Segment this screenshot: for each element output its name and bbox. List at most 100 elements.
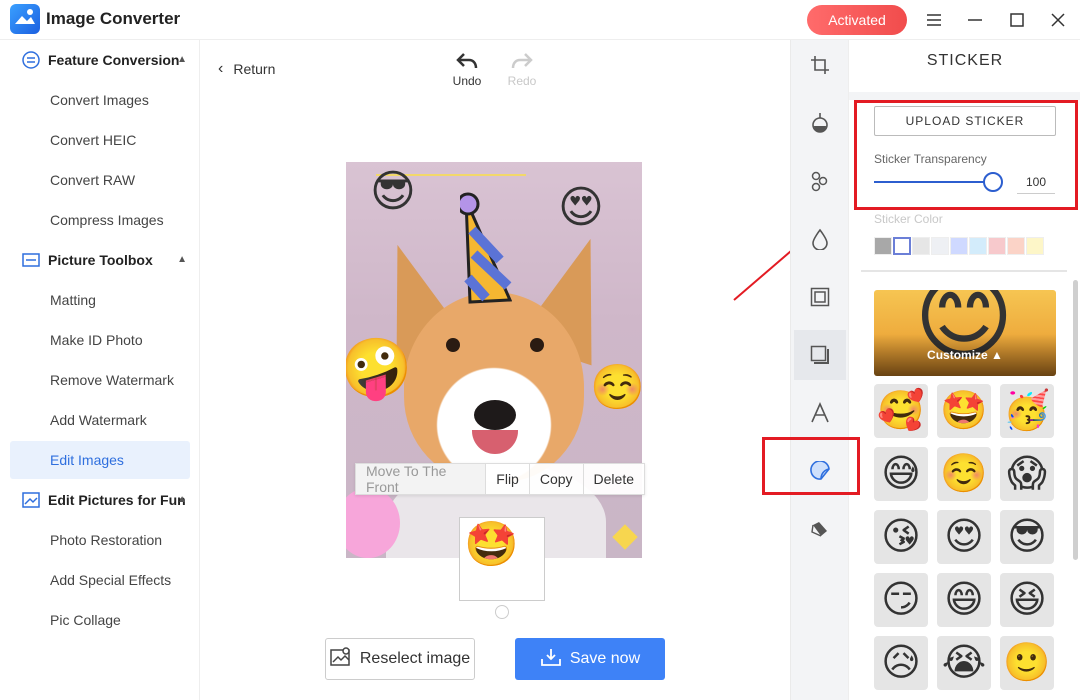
zany-face-sticker[interactable]: 🤪 (346, 340, 412, 398)
sticker-item[interactable]: 🥳 (1000, 384, 1054, 438)
sticker-item[interactable]: 😎 (1000, 510, 1054, 564)
color-swatch[interactable] (931, 237, 949, 255)
customize-label[interactable]: Customize ▲ (874, 348, 1056, 362)
undo-button[interactable]: Undo (447, 52, 487, 88)
sticker-color-label: Sticker Color (874, 212, 943, 226)
chevron-left-icon: ‹ (218, 60, 224, 77)
sidebar-item-remove-watermark[interactable]: Remove Watermark (10, 361, 190, 399)
image-icon (330, 646, 352, 672)
smiling-face-sticker[interactable]: ☺️ (590, 366, 642, 410)
sticker-tool-highlight-box (762, 437, 860, 495)
sidebar-item-photo-restoration[interactable]: Photo Restoration (10, 521, 190, 559)
chevron-up-icon: ▲ (177, 254, 187, 265)
delete-button[interactable]: Delete (584, 464, 644, 494)
sticker-item[interactable]: 😆 (1000, 573, 1054, 627)
section-label: Edit Pictures for Fun (48, 492, 186, 508)
section-picture-toolbox[interactable]: Picture Toolbox ▲ (22, 240, 197, 280)
sticker-item[interactable]: 😄 (937, 573, 991, 627)
color-swatch[interactable] (950, 237, 968, 255)
redo-button[interactable]: Redo (502, 52, 542, 88)
sticker-item[interactable]: 😅 (874, 447, 928, 501)
copy-button[interactable]: Copy (530, 464, 584, 494)
sticker-item[interactable]: 😘 (874, 510, 928, 564)
color-swatch[interactable] (874, 237, 892, 255)
feature-conversion-icon (22, 51, 40, 69)
sidebar-item-pic-collage[interactable]: Pic Collage (10, 601, 190, 639)
selected-sticker-box[interactable]: 🤩 (460, 518, 544, 600)
star-sticker[interactable] (612, 524, 638, 550)
color-swatch[interactable] (912, 237, 930, 255)
section-label: Picture Toolbox (48, 252, 153, 268)
undo-label: Undo (452, 74, 482, 88)
reselect-image-button[interactable]: Reselect image (325, 638, 475, 680)
image-canvas[interactable]: 😎 😍 🤪 ☺️ (346, 162, 642, 558)
sticker-item[interactable]: ☺️ (937, 447, 991, 501)
sidebar-item-edit-images[interactable]: Edit Images (10, 441, 190, 479)
customize-banner[interactable]: 😊 Customize ▲ (874, 290, 1056, 376)
redo-label: Redo (507, 74, 537, 88)
sidebar-item-convert-raw[interactable]: Convert RAW (10, 161, 190, 199)
maximize-icon[interactable] (1005, 8, 1029, 32)
flip-button[interactable]: Flip (486, 464, 530, 494)
sidebar-item-matting[interactable]: Matting (10, 281, 190, 319)
sticker-item[interactable]: 😍 (937, 510, 991, 564)
section-feature-conversion[interactable]: Feature Conversion ▲ (22, 40, 197, 80)
color-swatch[interactable] (1007, 237, 1025, 255)
section-edit-pictures-for-fun[interactable]: Edit Pictures for Fun ▲ (22, 480, 197, 520)
sticker-item[interactable]: 😥 (874, 636, 928, 690)
edit-pictures-icon (22, 491, 40, 509)
heart-eyes-sticker[interactable]: 😍 (558, 186, 604, 230)
sticker-item[interactable]: 🙂 (1000, 636, 1054, 690)
tool-rail (790, 40, 848, 700)
eraser-tool-button[interactable] (794, 504, 846, 554)
shadow-icon (810, 345, 829, 364)
upload-highlight-box (854, 100, 1078, 210)
panel-scrollbar[interactable] (1073, 280, 1078, 560)
close-icon[interactable] (1046, 8, 1070, 32)
filter-icon (812, 113, 828, 133)
filter-tool-button[interactable] (794, 98, 846, 148)
blur-tool-button[interactable] (794, 214, 846, 264)
sticker-item[interactable]: 🥰 (874, 384, 928, 438)
minimize-icon[interactable] (963, 8, 987, 32)
eraser-icon (811, 522, 827, 537)
move-to-front-button[interactable]: Move To The Front (356, 463, 487, 495)
sticker-item[interactable]: 😱 (1000, 447, 1054, 501)
sidebar-item-add-special-effects[interactable]: Add Special Effects (10, 561, 190, 599)
save-label: Save now (569, 650, 641, 667)
panel-title: STICKER (926, 52, 1004, 69)
sticker-context-menu: Move To The Front Flip Copy Delete (355, 463, 645, 495)
rotate-handle[interactable] (495, 605, 509, 619)
sidebar-item-convert-images[interactable]: Convert Images (10, 81, 190, 119)
sidebar-item-compress-images[interactable]: Compress Images (10, 201, 190, 239)
sidebar-item-convert-heic[interactable]: Convert HEIC (10, 121, 190, 159)
menu-icon[interactable] (922, 8, 946, 32)
redo-icon (511, 53, 533, 69)
title-bar: Image Converter Activated (0, 0, 1080, 40)
save-now-button[interactable]: Save now (515, 638, 665, 680)
text-tool-button[interactable] (794, 388, 846, 438)
picture-toolbox-icon (22, 251, 40, 269)
cool-face-sticker[interactable]: 😎 (370, 170, 416, 214)
return-button[interactable]: ‹ Return (218, 60, 275, 78)
chevron-up-icon: ▲ (177, 54, 187, 65)
shadow-tool-button[interactable] (794, 330, 846, 380)
crop-tool-button[interactable] (794, 40, 846, 90)
return-label: Return (233, 61, 276, 77)
app-logo-icon (10, 4, 40, 34)
color-swatch[interactable] (969, 237, 987, 255)
color-swatch[interactable] (988, 237, 1006, 255)
adjust-tool-button[interactable] (794, 156, 846, 206)
party-hat-sticker[interactable] (456, 190, 513, 313)
sidebar-item-add-watermark[interactable]: Add Watermark (10, 401, 190, 439)
color-swatch[interactable] (893, 237, 911, 255)
adjust-icon (811, 171, 828, 192)
color-swatch[interactable] (1026, 237, 1044, 255)
sticker-item[interactable]: 😭 (937, 636, 991, 690)
frame-tool-button[interactable] (794, 272, 846, 322)
sticker-item[interactable]: 😏 (874, 573, 928, 627)
sticker-item[interactable]: 🤩 (937, 384, 991, 438)
dog-photo-eye (530, 338, 544, 352)
sidebar-item-make-id-photo[interactable]: Make ID Photo (10, 321, 190, 359)
activated-button[interactable]: Activated (807, 5, 907, 35)
